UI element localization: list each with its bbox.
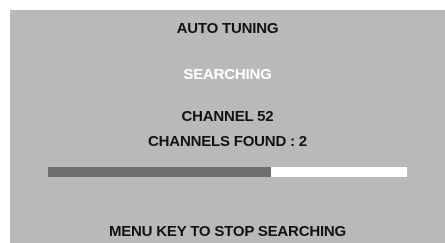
auto-tuning-screen: AUTO TUNING SEARCHING CHANNEL 52 CHANNEL… [10,10,445,243]
current-channel: CHANNEL 52 [181,108,274,125]
search-progress-bar [48,167,407,177]
channels-found: CHANNELS FOUND : 2 [148,133,307,150]
search-progress-fill [48,167,271,177]
search-status: SEARCHING [183,66,272,83]
screen-title: AUTO TUNING [176,20,279,37]
stop-search-hint: MENU KEY TO STOP SEARCHING [108,223,347,240]
